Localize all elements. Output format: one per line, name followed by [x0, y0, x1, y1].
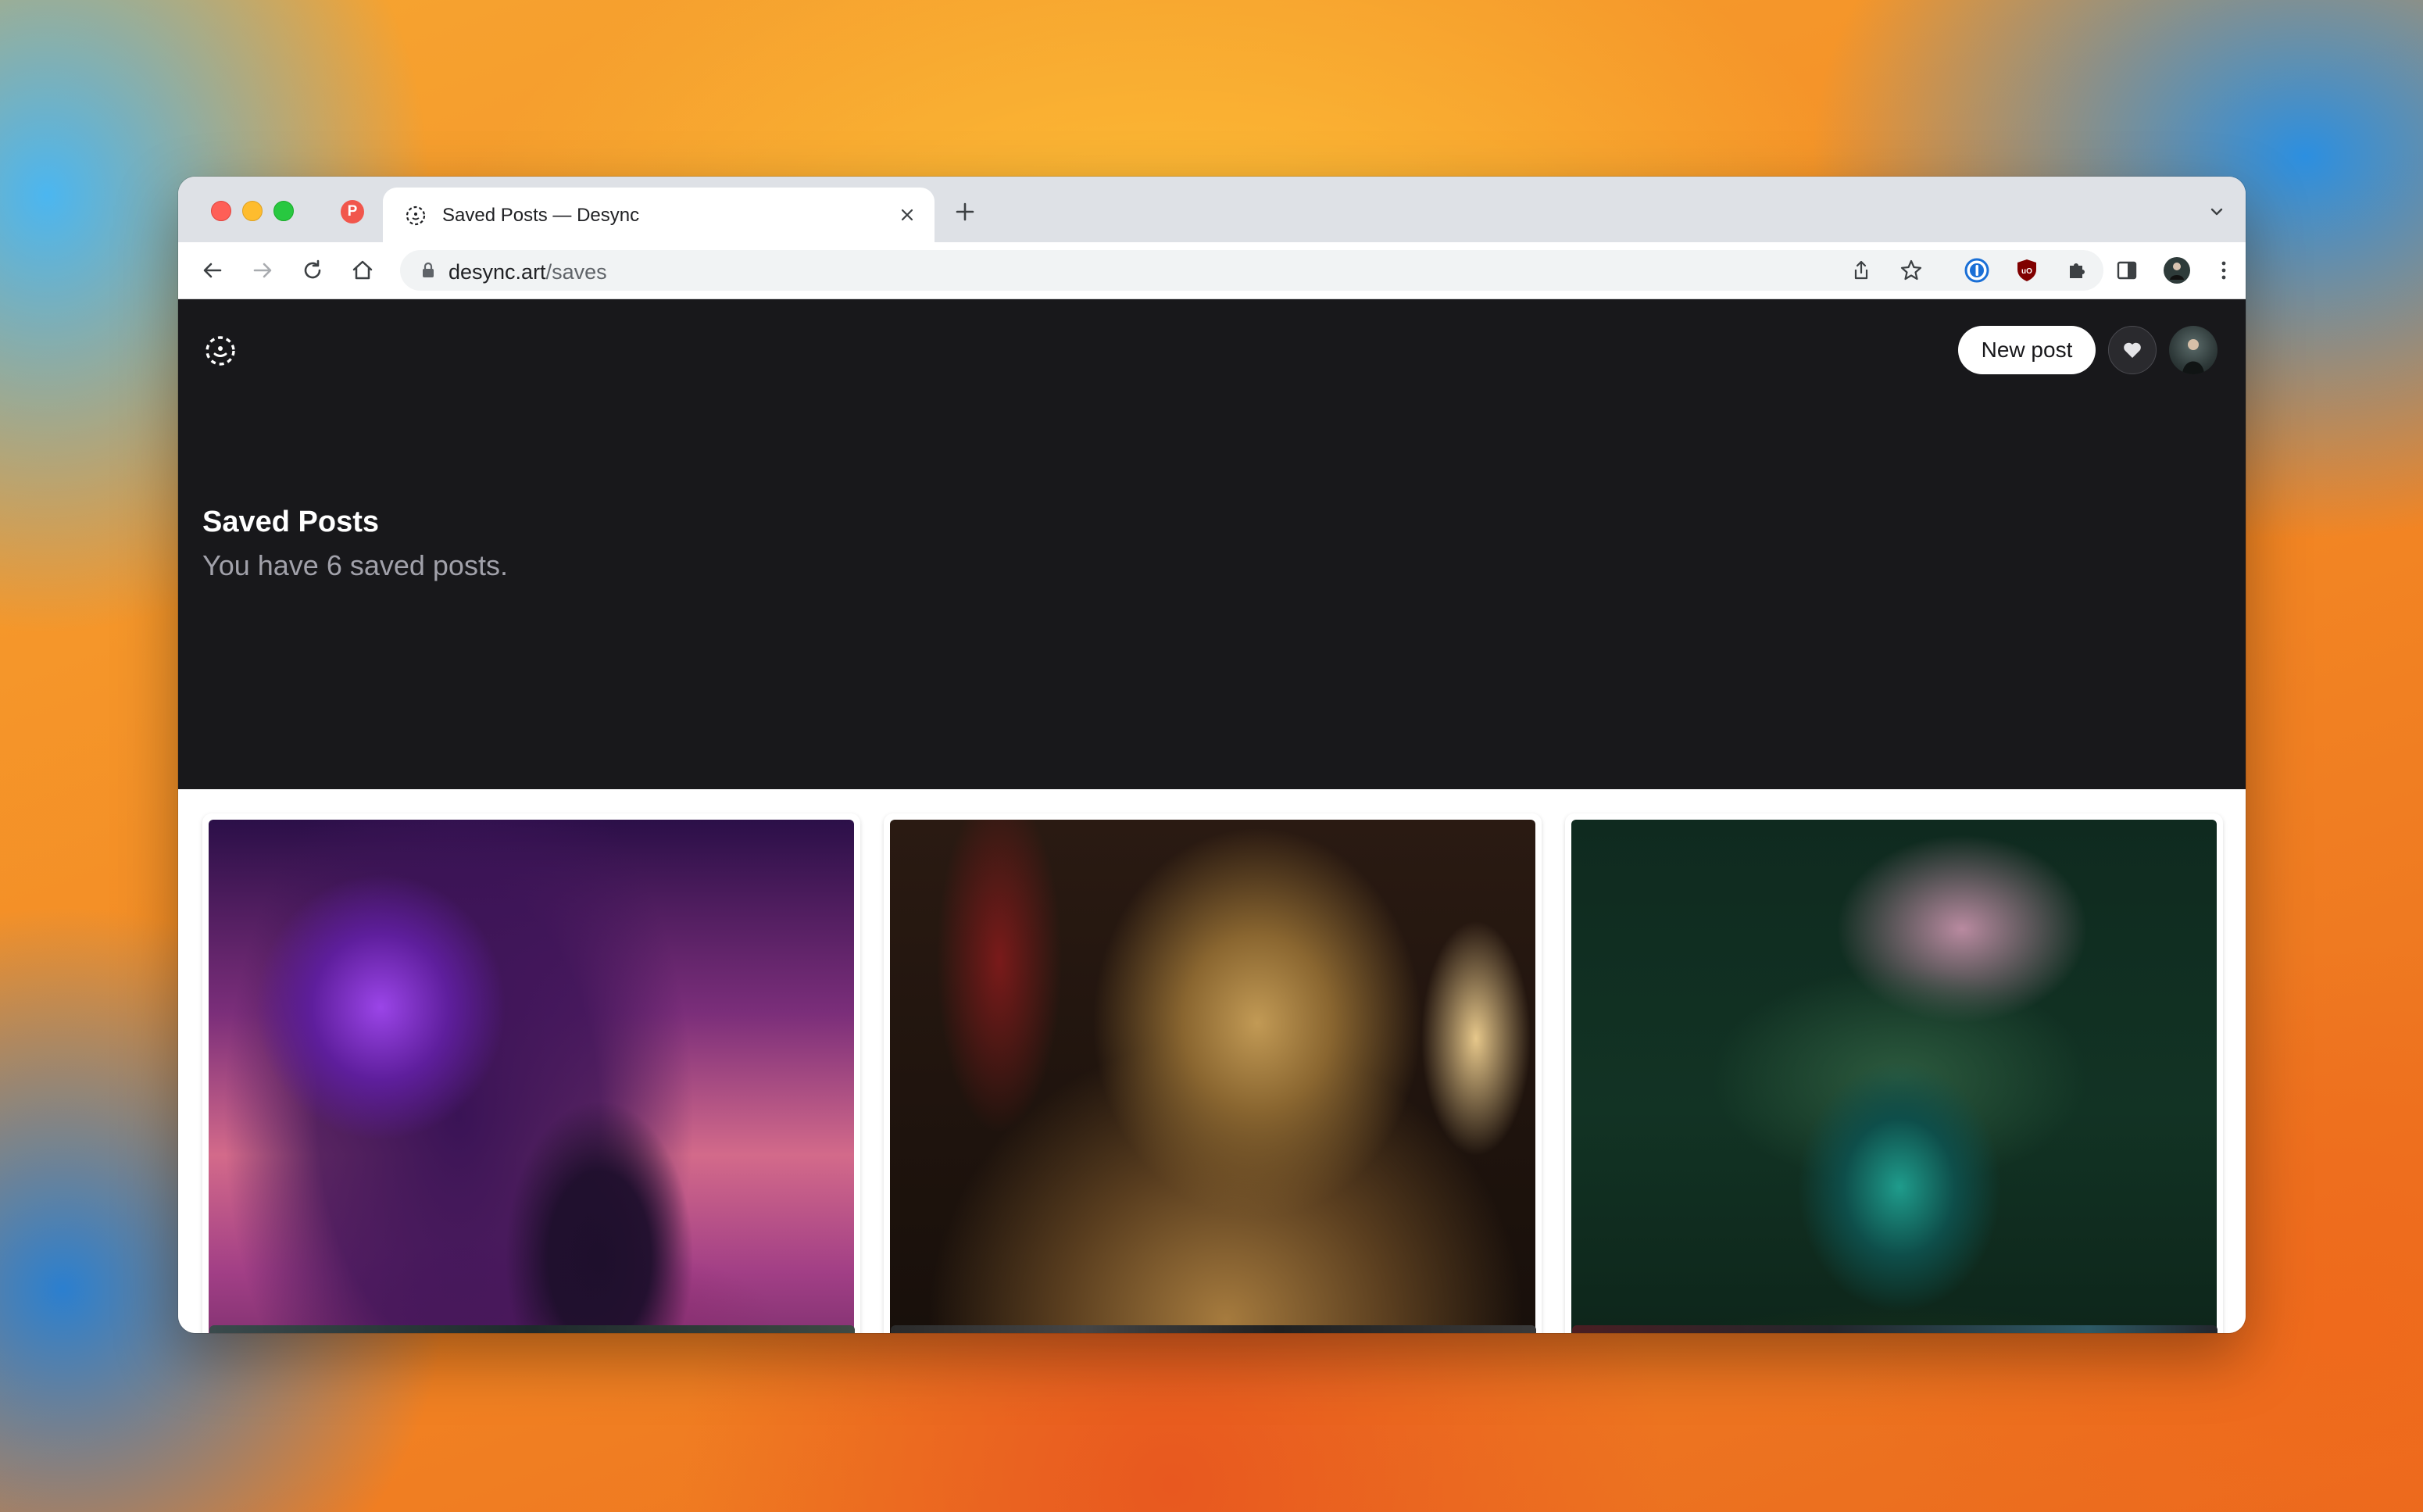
- tab-saved-posts[interactable]: Saved Posts — Desync: [383, 188, 935, 242]
- new-tab-button[interactable]: [952, 198, 978, 225]
- share-button[interactable]: [1847, 256, 1875, 284]
- minimize-window-button[interactable]: [242, 201, 263, 221]
- tab-search-button[interactable]: [2207, 202, 2227, 222]
- browser-toolbar: desync.art/saves uO: [178, 242, 2246, 299]
- star-icon: [1900, 259, 1922, 281]
- tab-strip: P Saved Posts — Desync: [178, 177, 2246, 242]
- address-bar[interactable]: desync.art/saves: [400, 250, 2103, 291]
- extensions-button[interactable]: [2061, 255, 2092, 286]
- 1password-icon: [1964, 258, 1989, 283]
- profile-avatar-icon: [2164, 257, 2190, 284]
- svg-text:uO: uO: [2021, 267, 2032, 276]
- browser-window: P Saved Posts — Desync desync.art/saves …: [178, 177, 2246, 1333]
- chevron-down-icon: [2210, 208, 2223, 216]
- close-window-button[interactable]: [211, 201, 231, 221]
- home-button[interactable]: [347, 255, 378, 286]
- heart-icon: [2124, 342, 2141, 358]
- arrow-left-icon: [203, 263, 222, 278]
- page-subtitle: You have 6 saved posts.: [202, 549, 508, 581]
- zoom-window-button[interactable]: [273, 201, 294, 221]
- saved-post-card-2[interactable]: [884, 813, 1542, 1333]
- share-icon: [1854, 260, 1868, 280]
- url-host: desync.art: [449, 260, 546, 284]
- saved-post-card-3[interactable]: [1565, 813, 2223, 1333]
- chrome-menu-icon: [2221, 261, 2226, 280]
- chrome-menu-button[interactable]: [2208, 255, 2239, 286]
- tab-title: Saved Posts — Desync: [442, 205, 640, 226]
- url-text[interactable]: desync.art/saves: [449, 260, 607, 284]
- saved-post-card-1[interactable]: [202, 813, 860, 1333]
- saved-post-image-1[interactable]: [209, 820, 854, 1333]
- reload-button[interactable]: [297, 255, 328, 286]
- web-page: New post Saved Posts You have 6 saved po…: [178, 299, 2246, 1333]
- side-panel-button[interactable]: [2111, 255, 2142, 286]
- close-icon: [901, 209, 913, 221]
- pinned-tab-letter: P: [347, 203, 358, 220]
- bookmark-button[interactable]: [1897, 256, 1925, 284]
- lock-icon[interactable]: [419, 261, 438, 280]
- plus-icon: [956, 202, 974, 221]
- desync-logo-icon[interactable]: [203, 334, 238, 368]
- ublock-extension-button[interactable]: uO: [2011, 255, 2042, 286]
- close-tab-button[interactable]: [894, 202, 920, 228]
- extensions-puzzle-icon: [2070, 263, 2085, 278]
- desync-favicon-icon: [406, 206, 426, 226]
- url-path: /saves: [545, 260, 607, 284]
- ublock-origin-icon: uO: [2017, 259, 2036, 281]
- pinned-tab[interactable]: P: [341, 200, 364, 223]
- saved-post-image-2[interactable]: [890, 820, 1535, 1333]
- forward-button[interactable]: [247, 255, 278, 286]
- page-header-band: [178, 299, 2246, 789]
- new-post-button[interactable]: New post: [1958, 326, 2096, 374]
- side-panel-icon: [2117, 261, 2137, 280]
- user-avatar[interactable]: [2169, 326, 2218, 374]
- saved-posts-button[interactable]: [2108, 326, 2157, 374]
- profile-button[interactable]: [2161, 255, 2192, 286]
- user-avatar-image: [2182, 339, 2204, 374]
- page-title: Saved Posts: [202, 506, 379, 538]
- 1password-extension-button[interactable]: [1961, 255, 1992, 286]
- saved-post-image-3[interactable]: [1571, 820, 2217, 1333]
- back-button[interactable]: [197, 255, 228, 286]
- home-icon: [352, 260, 373, 280]
- arrow-right-icon: [253, 263, 272, 278]
- reload-icon: [304, 259, 321, 279]
